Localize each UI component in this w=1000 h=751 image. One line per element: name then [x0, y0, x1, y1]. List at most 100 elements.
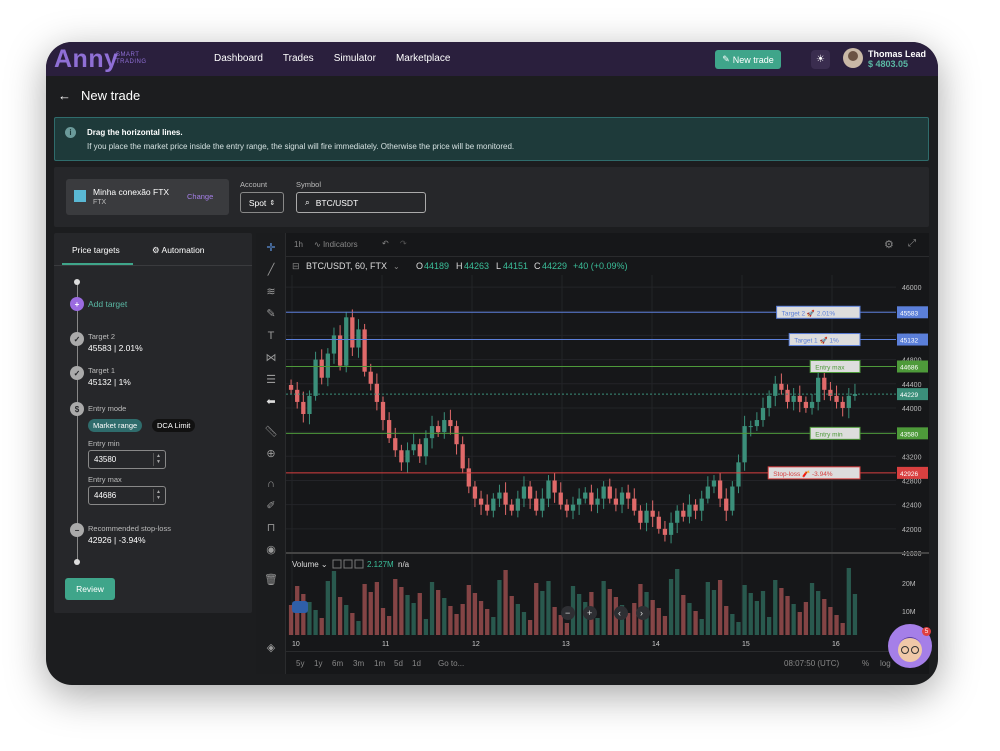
stepper-icon[interactable]: ▲ ▼: [153, 453, 163, 466]
new-trade-button[interactable]: ✎ New trade: [715, 50, 781, 69]
trading-chart[interactable]: ✛ ╱ ≋ ✎ T ⋈ ☰ ⬅ 📏︎ ⊕ ∩ ✐ ⊓ ◉ 🗑︎ ◈ 1h ∿ I…: [256, 233, 929, 674]
ruler-icon[interactable]: 📏︎: [264, 425, 278, 439]
crosshair-icon[interactable]: ✛: [264, 241, 278, 255]
settings-icon[interactable]: ⚙: [884, 238, 894, 251]
volume-bar: [816, 591, 821, 635]
trash-icon[interactable]: 🗑︎: [264, 573, 278, 587]
volume-bar: [325, 581, 330, 635]
tab-automation[interactable]: ⚙ Automation: [152, 245, 205, 256]
lock-icon[interactable]: ⊓: [264, 521, 278, 535]
candle-body: [828, 389, 833, 396]
review-button[interactable]: Review: [65, 578, 115, 600]
candle-body: [766, 395, 772, 408]
volume-bar: [521, 612, 527, 635]
volume-bar: [675, 569, 680, 635]
range-5d[interactable]: 5d: [394, 659, 403, 668]
indicators-button[interactable]: ∿ Indicators: [314, 240, 358, 249]
candle-body: [687, 504, 692, 517]
main-nav: Dashboard Trades Simulator Marketplace: [214, 53, 450, 64]
top-navbar: Anny SMART TRADING Dashboard Trades Simu…: [46, 42, 938, 76]
candle-body: [785, 389, 790, 402]
volume-bar: [699, 619, 704, 635]
logo[interactable]: Anny: [54, 45, 119, 74]
timeline-line: [77, 283, 78, 563]
change-connection-link[interactable]: Change: [187, 192, 213, 201]
connection-card[interactable]: Minha conexão FTX FTX Change: [66, 179, 229, 215]
volume-bar: [472, 593, 478, 635]
arrow-left-icon[interactable]: ⬅: [264, 395, 278, 409]
range-6m[interactable]: 6m: [332, 659, 343, 668]
check-icon: ✓: [70, 366, 84, 380]
range-5y[interactable]: 5y: [296, 659, 304, 668]
eye-icon[interactable]: ◉: [264, 543, 278, 557]
account-select[interactable]: Spot ⇕: [240, 192, 284, 213]
measure-icon[interactable]: ☰: [264, 373, 278, 387]
entry-max-input[interactable]: 44686 ▲ ▼: [88, 486, 166, 505]
range-1m[interactable]: 1m: [374, 659, 385, 668]
chart-title: BTC/USDT, 60, FTX: [306, 261, 387, 271]
chart-canvas[interactable]: 4600045600452004480044400440004360043200…: [286, 257, 929, 651]
candle-body: [374, 383, 380, 402]
clock-time[interactable]: 08:07:50 (UTC): [784, 659, 839, 668]
layers-icon[interactable]: ◈: [264, 641, 278, 655]
nav-simulator[interactable]: Simulator: [334, 53, 376, 64]
candle-body: [325, 353, 330, 378]
entry-mode-market-range[interactable]: Market range: [88, 419, 143, 432]
entry-mode-dca-limit[interactable]: DCA Limit: [152, 419, 196, 432]
arrow-left-icon[interactable]: ←: [58, 88, 71, 103]
percent-toggle[interactable]: %: [862, 659, 869, 668]
trend-line-icon[interactable]: ╱: [264, 263, 278, 277]
candle-body: [601, 486, 606, 499]
brush-icon[interactable]: ✎: [264, 307, 278, 321]
redo-icon[interactable]: ↷: [400, 239, 407, 248]
candle-body: [576, 498, 582, 505]
volume-bar: [527, 620, 533, 635]
undo-icon[interactable]: ↶: [382, 239, 389, 248]
volume-bar: [748, 593, 753, 635]
add-target-link[interactable]: Add target: [88, 299, 127, 309]
range-1d[interactable]: 1d: [412, 659, 421, 668]
zoom-in-icon[interactable]: ⊕: [264, 447, 278, 461]
page-title: New trade: [81, 88, 141, 103]
symbol-input[interactable]: ⌕ BTC/USDT: [296, 192, 426, 213]
range-3m[interactable]: 3m: [353, 659, 364, 668]
volume-bar: [448, 606, 453, 635]
volume-bar: [399, 587, 404, 635]
nav-trades[interactable]: Trades: [283, 53, 314, 64]
log-toggle[interactable]: log: [880, 659, 891, 668]
lock-drawing-icon[interactable]: ✐: [264, 499, 278, 513]
candle-body: [754, 420, 760, 427]
candle-body: [448, 420, 453, 427]
candle-body: [822, 377, 827, 390]
connection-name: Minha conexão FTX: [93, 187, 170, 197]
candle-body: [295, 389, 300, 402]
ftx-logo-icon: [74, 190, 86, 202]
volume-bar: [485, 609, 490, 635]
add-target-icon[interactable]: +: [70, 297, 84, 311]
pattern-icon[interactable]: ⋈: [264, 351, 278, 365]
volume-bar: [687, 603, 692, 635]
candle-body: [417, 444, 422, 457]
price-targets-panel: Price targets ⚙ Automation + Add target …: [54, 233, 252, 613]
range-1y[interactable]: 1y: [314, 659, 322, 668]
volume-bar: [754, 601, 760, 635]
x-tick-label: 13: [562, 641, 570, 648]
interval-button[interactable]: 1h: [294, 240, 303, 249]
stepper-icon[interactable]: ▲ ▼: [153, 489, 163, 502]
user-avatar[interactable]: [843, 48, 863, 68]
fullscreen-icon[interactable]: ⤢: [908, 238, 916, 249]
theme-toggle-button[interactable]: ☀: [811, 50, 830, 69]
fib-icon[interactable]: ≋: [264, 285, 278, 299]
text-icon[interactable]: T: [264, 329, 278, 343]
magnet-icon[interactable]: ∩: [264, 477, 278, 491]
nav-marketplace[interactable]: Marketplace: [396, 53, 450, 64]
volume-bar: [417, 593, 422, 635]
candle-body: [589, 492, 594, 505]
entry-min-input[interactable]: 43580 ▲ ▼: [88, 450, 166, 469]
notification-badge: 5: [922, 627, 931, 636]
ohlc-c-key: C: [534, 261, 541, 271]
goto-button[interactable]: Go to...: [438, 659, 464, 668]
candle-body: [319, 359, 324, 378]
nav-dashboard[interactable]: Dashboard: [214, 53, 263, 64]
tab-price-targets[interactable]: Price targets: [72, 245, 120, 255]
